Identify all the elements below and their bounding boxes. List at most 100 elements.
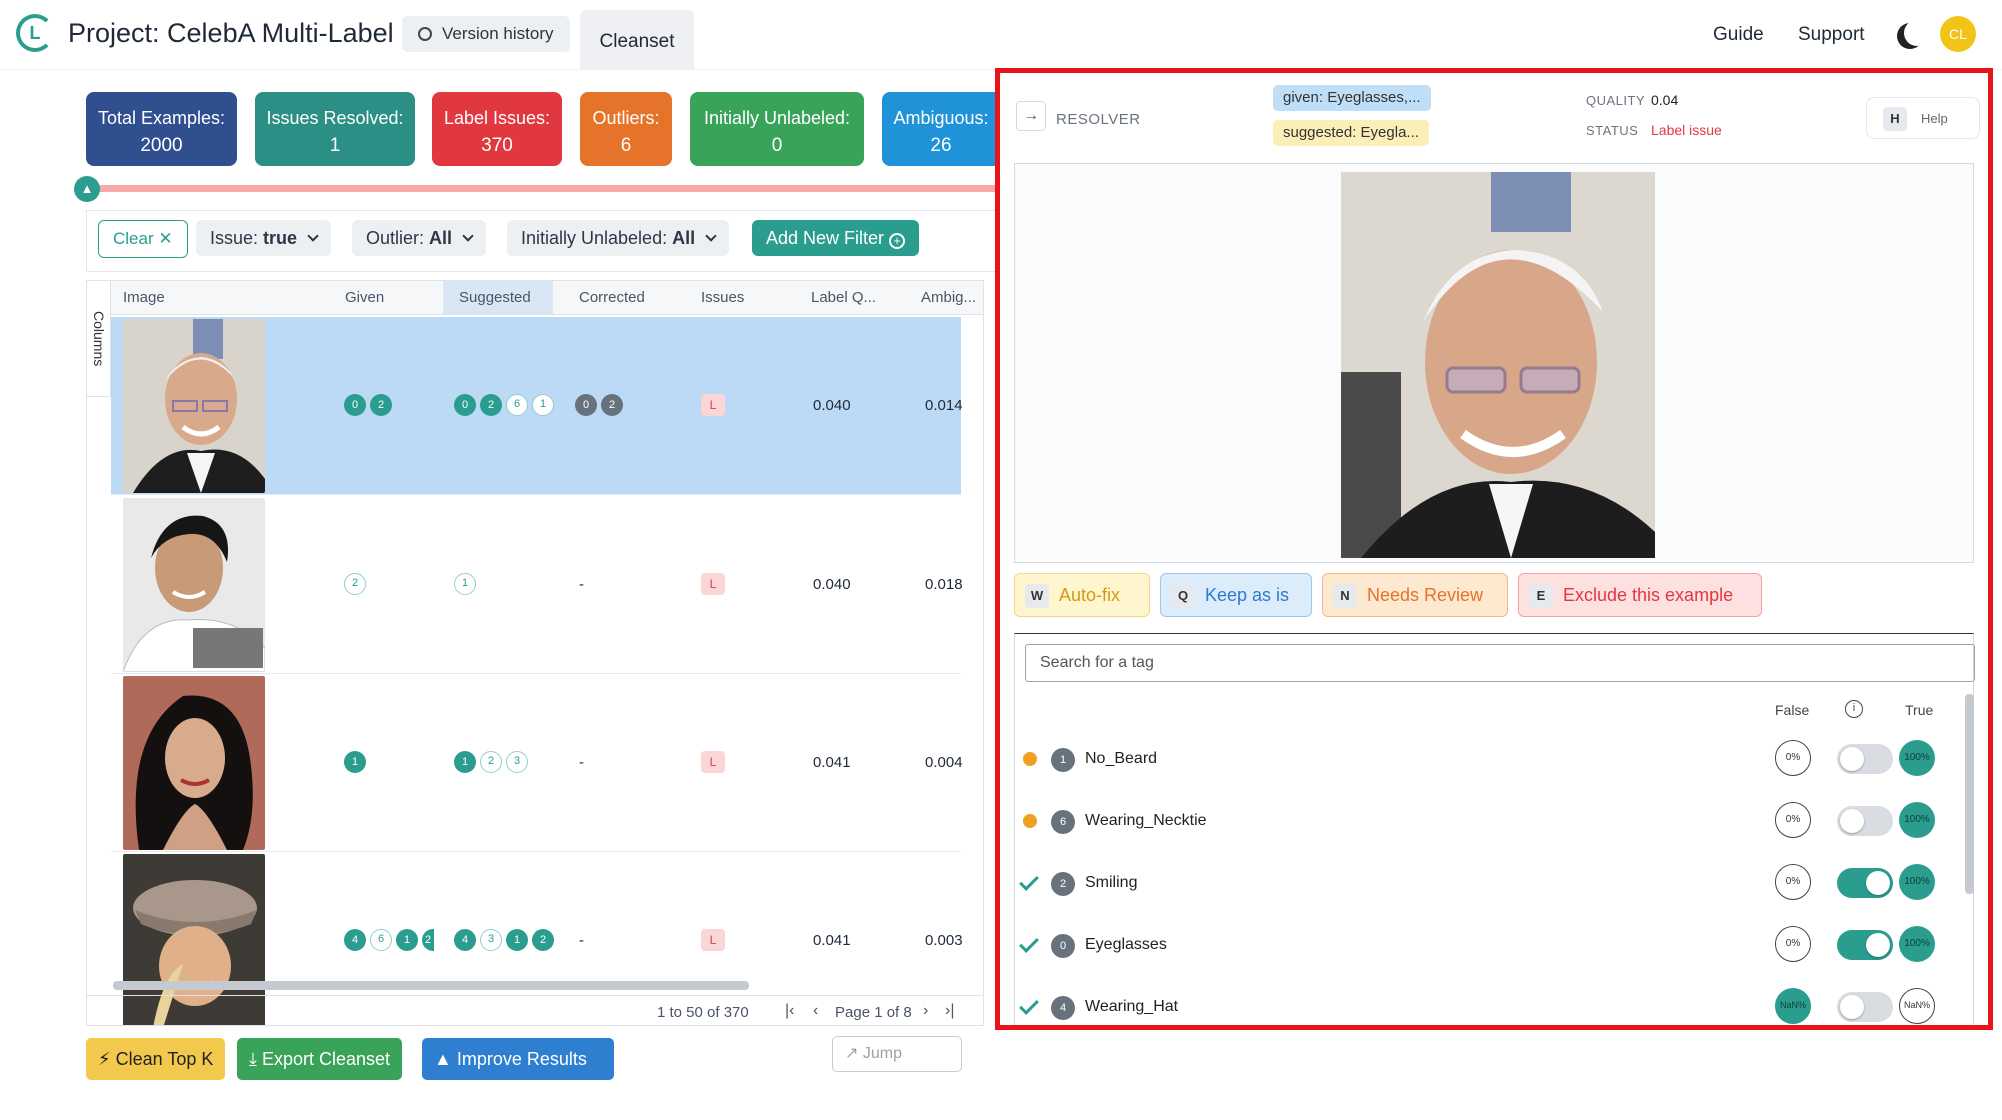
needs-review-kbd: N: [1333, 584, 1357, 608]
tag-number: 6: [1051, 810, 1075, 834]
improve-results-button[interactable]: ▲ Improve Results: [422, 1038, 614, 1080]
jump-label: Jump: [862, 1045, 902, 1062]
suggested-label-pill: 3: [506, 751, 528, 773]
clear-filters-button[interactable]: Clear ✕: [98, 220, 188, 258]
true-percent: 100%: [1899, 802, 1935, 838]
version-history-label: Version history: [442, 24, 554, 43]
stat-value: 0: [771, 135, 783, 156]
tag-toggle[interactable]: [1837, 806, 1893, 836]
row-image[interactable]: [123, 676, 265, 850]
col-header-suggested[interactable]: Suggested: [443, 281, 553, 315]
stat-card-label-issues[interactable]: Label Issues: 370: [432, 92, 562, 166]
tab-cleanset[interactable]: Cleanset: [580, 10, 694, 70]
given-label-pill: 4: [344, 929, 366, 951]
support-link[interactable]: Support: [1798, 24, 1865, 46]
add-new-filter-button[interactable]: Add New Filter +: [752, 220, 920, 256]
given-label-pill: 6: [370, 929, 392, 951]
last-page-icon[interactable]: ›|: [945, 1002, 954, 1020]
columns-panel-toggle[interactable]: Columns: [87, 281, 111, 397]
help-button[interactable]: H Help: [1866, 97, 1980, 139]
corrected-label-pill: 0: [575, 394, 597, 416]
check-icon: [1019, 871, 1039, 891]
export-cleanset-button[interactable]: ⤓ Export Cleanset: [237, 1038, 403, 1080]
suggested-label-pill: 2: [532, 929, 554, 951]
info-icon[interactable]: i: [1845, 700, 1863, 718]
keep-as-is-button[interactable]: Q Keep as is: [1160, 573, 1312, 617]
tag-toggle[interactable]: [1837, 868, 1893, 898]
chevron-down-icon: [462, 230, 474, 242]
stat-card-resolved[interactable]: Issues Resolved: 1: [255, 92, 415, 166]
suggested-label-pill: 6: [506, 394, 528, 416]
suggested-label-pill: 1: [532, 394, 554, 416]
tag-toggle[interactable]: [1837, 930, 1893, 960]
version-history-button[interactable]: Version history: [402, 16, 570, 52]
needs-review-button[interactable]: N Needs Review: [1322, 573, 1508, 617]
true-percent: NaN%: [1899, 988, 1935, 1024]
issue-badge: L: [701, 573, 725, 595]
label-quality-value: 0.040: [813, 397, 851, 414]
col-header-image[interactable]: Image: [123, 281, 165, 315]
stat-card-unlabeled[interactable]: Initially Unlabeled: 0: [690, 92, 864, 166]
stat-card-total[interactable]: Total Examples: 2000: [86, 92, 237, 166]
unlabeled-filter-dropdown[interactable]: Initially Unlabeled: All: [507, 220, 730, 256]
issue-filter-value: true: [263, 228, 298, 248]
first-page-icon[interactable]: |‹: [785, 1002, 794, 1020]
table-row[interactable]: 0 2 0 2 6 1 0 2 L 0.040 0.014: [111, 317, 963, 495]
example-image[interactable]: [1341, 172, 1655, 558]
row-image[interactable]: [123, 319, 265, 493]
row-range-text: 1 to 50 of 370: [657, 1004, 749, 1021]
given-label-pill: 2: [422, 929, 434, 951]
tag-toggle[interactable]: [1837, 992, 1893, 1022]
stat-value: 1: [329, 135, 341, 156]
auto-fix-label: Auto-fix: [1059, 585, 1121, 605]
stat-card-ambiguous[interactable]: Ambiguous: 26: [882, 92, 1000, 166]
close-icon: ✕: [158, 229, 173, 248]
next-page-icon[interactable]: ›: [923, 1002, 928, 1020]
stat-card-outliers[interactable]: Outliers: 6: [580, 92, 672, 166]
ambiguity-value: 0.018: [925, 576, 963, 593]
dark-mode-moon-icon[interactable]: [1904, 20, 1930, 46]
grid-horizontal-scrollbar[interactable]: [113, 981, 749, 990]
progress-slider-track[interactable]: [86, 185, 1000, 192]
progress-slider-broom-icon[interactable]: ▲: [74, 176, 100, 202]
row-image[interactable]: [123, 498, 265, 672]
col-header-issues[interactable]: Issues: [701, 281, 744, 315]
issue-filter-label: Issue:: [210, 228, 259, 248]
issue-badge: L: [701, 929, 725, 951]
collapse-resolver-arrow-icon[interactable]: →: [1016, 101, 1046, 131]
resolver-title: RESOLVER: [1056, 111, 1141, 128]
table-row[interactable]: 2 1 - L 0.040 0.018: [111, 496, 963, 674]
tag-list-scrollbar[interactable]: [1965, 694, 1974, 894]
outlier-filter-dropdown[interactable]: Outlier: All: [352, 220, 487, 256]
tag-toggle[interactable]: [1837, 744, 1893, 774]
issue-filter-dropdown[interactable]: Issue: true: [196, 220, 332, 256]
given-label-pill: 2: [370, 394, 392, 416]
table-row[interactable]: 1 1 2 3 - L 0.041 0.004: [111, 674, 963, 852]
tag-row: 2 Smiling 0% 100%: [1015, 854, 1975, 914]
clean-top-k-button[interactable]: ⚡ Clean Top K: [86, 1038, 226, 1080]
col-header-ambiguity[interactable]: Ambig...: [921, 281, 976, 315]
unlabeled-filter-value: All: [672, 228, 696, 248]
col-header-corrected[interactable]: Corrected: [579, 281, 645, 315]
auto-fix-button[interactable]: W Auto-fix: [1014, 573, 1150, 617]
tag-search-input[interactable]: Search for a tag: [1025, 644, 1975, 682]
suggested-chip: suggested: Eyegla...: [1273, 120, 1429, 146]
cleanlab-logo[interactable]: L: [16, 14, 54, 52]
tag-list-panel: Search for a tag False i True 1 No_Beard…: [1014, 633, 1975, 1025]
grid-pagination: 1 to 50 of 370 |‹ ‹ Page 1 of 8 › ›|: [87, 995, 983, 1025]
col-header-label-quality[interactable]: Label Q...: [811, 281, 876, 315]
guide-link[interactable]: Guide: [1713, 24, 1764, 46]
jump-button[interactable]: ↗ Jump: [832, 1036, 962, 1072]
page-indicator: Page 1 of 8: [835, 1004, 912, 1021]
prev-page-icon[interactable]: ‹: [813, 1002, 818, 1020]
user-avatar[interactable]: CL: [1940, 16, 1976, 52]
tag-name: No_Beard: [1085, 750, 1158, 767]
suggested-label-pill: 2: [480, 394, 502, 416]
stat-value: 370: [481, 135, 513, 156]
stat-label: Outliers:: [592, 108, 660, 128]
false-percent: 0%: [1775, 864, 1811, 900]
columns-label: Columns: [91, 311, 107, 367]
improve-label: Improve Results: [456, 1049, 587, 1069]
exclude-example-button[interactable]: E Exclude this example: [1518, 573, 1762, 617]
col-header-given[interactable]: Given: [345, 281, 384, 315]
